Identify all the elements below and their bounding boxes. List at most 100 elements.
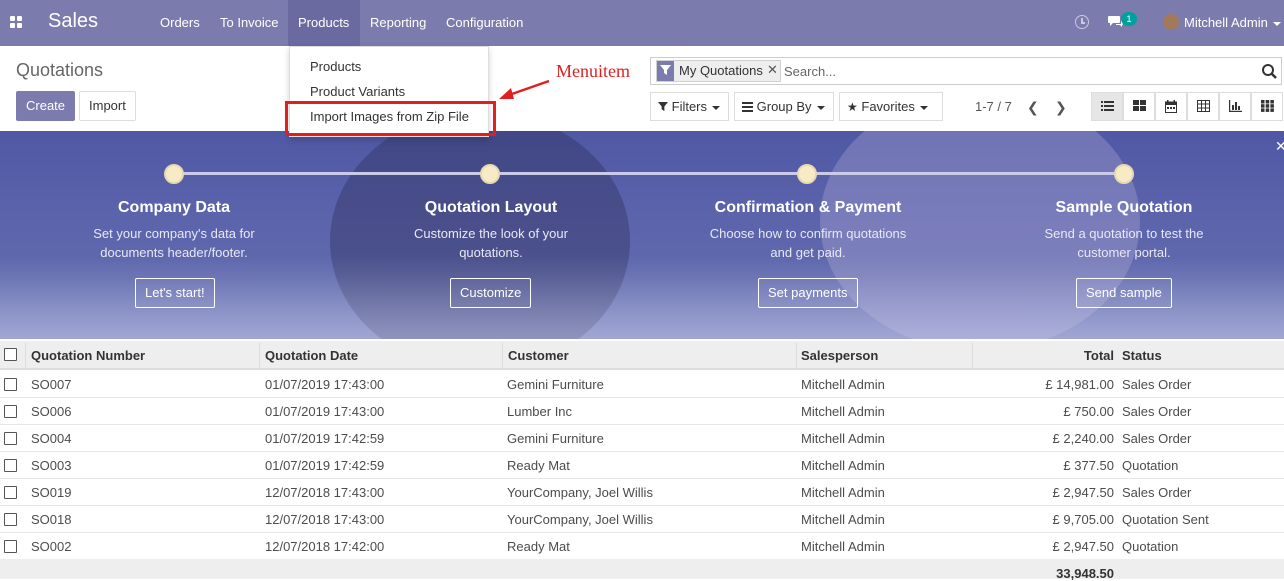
filters-dropdown[interactable]: Filters — [650, 92, 730, 121]
step-title[interactable]: Quotation Layout — [361, 199, 621, 217]
row-checkbox[interactable] — [4, 378, 17, 391]
groupby-label: Group By — [756, 99, 812, 114]
table-row[interactable]: SO006 01/07/2019 17:43:00 Lumber Inc Mitche… — [0, 398, 1284, 425]
cell-customer: Lumber Inc — [507, 404, 573, 419]
column-header-total[interactable]: Total — [1084, 348, 1114, 363]
table-footer: 33,948.50 — [0, 559, 1284, 581]
cell-salesperson: Mitchell Admin — [801, 539, 885, 554]
row-checkbox[interactable] — [4, 405, 17, 418]
facet-value: My Quotations — [679, 63, 763, 78]
search-icon[interactable] — [1261, 63, 1277, 79]
user-name: Mitchell Admin — [1184, 15, 1268, 30]
column-separator — [972, 343, 973, 368]
cell-number: SO018 — [31, 512, 72, 527]
row-checkbox[interactable] — [4, 486, 17, 499]
menu-products[interactable]: Products — [288, 0, 360, 46]
grid-view-button[interactable] — [1251, 92, 1283, 121]
pager-value[interactable]: 1-7 / 7 — [975, 99, 1012, 114]
step-description-line: Set your company's data for — [93, 226, 255, 241]
cell-customer: YourCompany, Joel Willis — [507, 512, 653, 527]
cell-customer: Gemini Furniture — [507, 377, 604, 392]
calendar-view-icon — [1165, 100, 1177, 113]
step-title[interactable]: Confirmation & Payment — [678, 199, 938, 217]
facet-remove-icon[interactable]: ✕ — [767, 62, 778, 78]
filters-label: Filters — [671, 99, 708, 114]
activity-clock-icon[interactable] — [1075, 15, 1089, 29]
step-title[interactable]: Company Data — [44, 199, 304, 217]
customize-button[interactable]: Customize — [450, 278, 532, 308]
table-row[interactable]: SO003 01/07/2019 17:42:59 Ready Mat Mitchel… — [0, 452, 1284, 479]
cell-customer: Ready Mat — [507, 539, 570, 554]
menu-to-invoice[interactable]: To Invoice — [210, 0, 289, 46]
cell-date: 12/07/2018 17:43:00 — [265, 512, 385, 527]
pivot-view-button[interactable] — [1187, 92, 1219, 121]
row-checkbox[interactable] — [4, 540, 17, 553]
menu-orders[interactable]: Orders — [150, 0, 210, 46]
column-header-salesperson[interactable]: Salesperson — [801, 348, 878, 363]
column-header-number[interactable]: Quotation Number — [31, 348, 145, 363]
chat-count-badge: 1 — [1121, 12, 1137, 26]
cell-customer: Gemini Furniture — [507, 431, 604, 446]
table-row[interactable]: SO018 12/07/2018 17:43:00 YourCompany, Joe… — [0, 506, 1284, 533]
table-row[interactable]: SO004 01/07/2019 17:42:59 Gemini Furniture… — [0, 425, 1284, 452]
cell-total: £ 2,240.00 — [1052, 431, 1114, 446]
star-icon: ★ — [847, 100, 858, 114]
table-header: Quotation Number Quotation Date Customer… — [0, 341, 1284, 370]
cell-date: 01/07/2019 17:42:59 — [265, 458, 385, 473]
step-description-line: Choose how to confirm quotations — [709, 226, 907, 241]
column-header-date[interactable]: Quotation Date — [265, 348, 358, 363]
list-view-button[interactable] — [1091, 92, 1123, 121]
chevron-down-icon — [919, 105, 928, 110]
cell-customer: YourCompany, Joel Willis — [507, 485, 653, 500]
top-navbar: Sales Orders To Invoice Products Reporti… — [0, 0, 1284, 46]
step-description: Set your company's data for documents he… — [74, 224, 274, 262]
step-dot — [164, 164, 184, 184]
groupby-dropdown[interactable]: Group By — [734, 92, 834, 121]
table-row[interactable]: SO019 12/07/2018 17:43:00 YourCompany, Joe… — [0, 479, 1284, 506]
user-menu[interactable]: Mitchell Admin — [1184, 0, 1281, 46]
user-avatar[interactable] — [1163, 14, 1179, 30]
set-payments-button[interactable]: Set payments — [758, 278, 858, 308]
annotation-label: Menuitem — [556, 61, 630, 81]
annotation-highlight-box — [285, 101, 496, 136]
cell-number: SO006 — [31, 404, 72, 419]
chevron-left-icon[interactable]: ❮ — [1027, 99, 1039, 116]
kanban-view-button[interactable] — [1123, 92, 1155, 121]
table-row[interactable]: SO007 01/07/2019 17:43:00 Gemini Furniture… — [0, 371, 1284, 398]
send-sample-button[interactable]: Send sample — [1076, 278, 1172, 308]
onboarding-timeline — [174, 172, 1126, 175]
lets-start-button[interactable]: Let's start! — [135, 278, 215, 308]
chevron-right-icon[interactable]: ❯ — [1055, 99, 1067, 116]
cell-status: Sales Order — [1122, 404, 1192, 419]
menu-reporting[interactable]: Reporting — [360, 0, 436, 46]
chevron-down-icon — [1272, 21, 1281, 26]
breadcrumb: Quotations — [16, 60, 104, 80]
column-header-status[interactable]: Status — [1122, 348, 1162, 363]
search-input[interactable] — [784, 61, 1244, 81]
row-checkbox[interactable] — [4, 513, 17, 526]
step-description-line: quotations. — [459, 245, 523, 260]
bar-chart-icon — [1229, 100, 1242, 112]
cell-status: Quotation — [1122, 539, 1179, 554]
create-button[interactable]: Create — [16, 91, 76, 121]
favorites-dropdown[interactable]: ★ Favorites — [839, 92, 943, 121]
cell-customer: Ready Mat — [507, 458, 570, 473]
step-title[interactable]: Sample Quotation — [994, 199, 1254, 217]
cell-number: SO007 — [31, 377, 72, 392]
dropdown-item-products[interactable]: Products — [310, 59, 361, 74]
select-all-checkbox[interactable] — [4, 348, 17, 361]
apps-menu-icon[interactable] — [10, 16, 22, 28]
table-row[interactable]: SO002 12/07/2018 17:42:00 Ready Mat Mitchel… — [0, 533, 1284, 560]
row-checkbox[interactable] — [4, 459, 17, 472]
row-checkbox[interactable] — [4, 432, 17, 445]
cell-total: £ 2,947.50 — [1052, 485, 1114, 500]
cell-status: Sales Order — [1122, 431, 1192, 446]
close-icon[interactable]: ✕ — [1275, 138, 1284, 155]
graph-view-button[interactable] — [1219, 92, 1251, 121]
column-header-customer[interactable]: Customer — [508, 348, 569, 363]
list-view-icon — [1101, 101, 1114, 111]
dropdown-item-product-variants[interactable]: Product Variants — [310, 84, 405, 99]
menu-configuration[interactable]: Configuration — [436, 0, 533, 46]
import-button[interactable]: Import — [79, 91, 136, 121]
calendar-view-button[interactable] — [1155, 92, 1187, 121]
